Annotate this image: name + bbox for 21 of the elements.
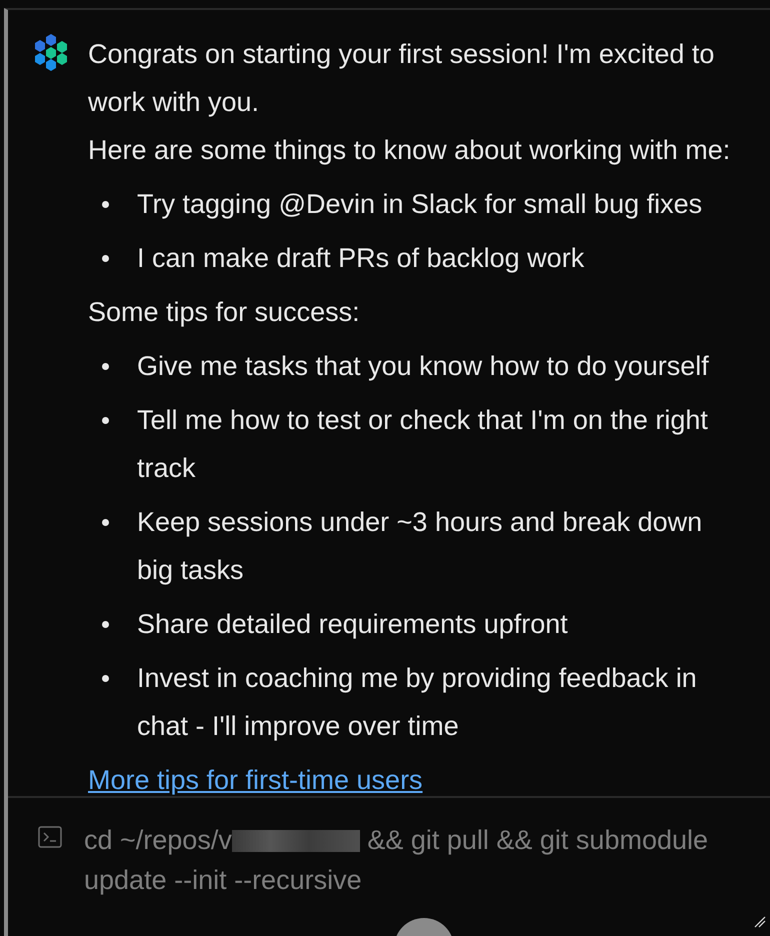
bullet-icon (102, 417, 109, 424)
bullet-icon (102, 201, 109, 208)
list-item-text: Keep sessions under ~3 hours and break down big tasks (137, 506, 704, 587)
command-text: cd ~/repos/v && git pull && git submodule update --init --recursive (84, 824, 710, 897)
bullet-icon (102, 675, 109, 682)
list-item-text: I can make draft PRs of backlog work (137, 242, 584, 275)
message-text: Here are some things to know about working with me: (88, 134, 732, 167)
bullet-icon (102, 255, 109, 262)
message-text: Congrats on starting your first session! I'm excited to work with you. (88, 38, 716, 119)
resize-handle-icon[interactable] (754, 916, 766, 928)
list-item-text: Invest in coaching me by providing feedback in chat - I'll improve over time (137, 662, 698, 743)
list-item-text: Share detailed requirements upfront (137, 608, 568, 641)
tips-link[interactable]: More tips for first-time users (88, 765, 423, 795)
list-item-text: Try tagging @Devin in Slack for small bug fixes (137, 188, 702, 221)
message-text: Some tips for success: (88, 296, 361, 329)
list-item-text: Give me tasks that you know how to do yourself (137, 350, 709, 383)
terminal-icon (38, 826, 62, 848)
bullet-icon (102, 363, 109, 370)
list-item-text: Tell me how to test or check that I'm on the right track (137, 404, 709, 485)
bullet-icon (102, 519, 109, 526)
bullet-icon (102, 621, 109, 628)
